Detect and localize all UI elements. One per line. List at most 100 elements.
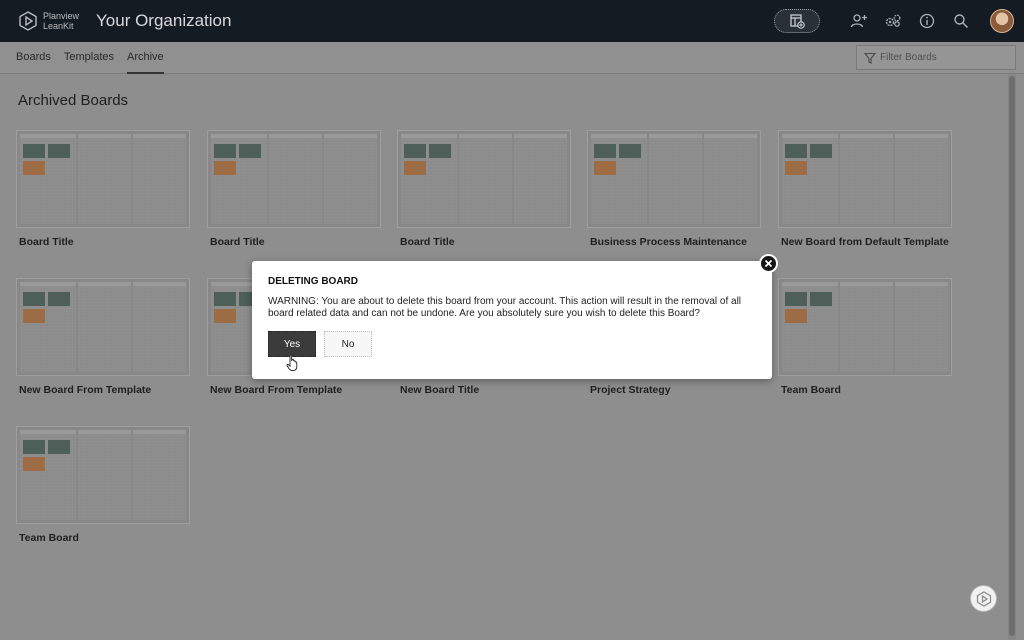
board-column (839, 282, 893, 372)
board-column (648, 134, 702, 224)
board-column (211, 134, 267, 224)
top-actions (774, 0, 1014, 42)
brand[interactable]: Planview LeanKit (18, 11, 90, 31)
board-thumbnail[interactable] (587, 130, 761, 228)
card-thumb (810, 292, 832, 306)
card-thumb (214, 309, 236, 323)
board-name[interactable]: Board Title (19, 236, 189, 249)
no-button[interactable]: No (324, 331, 372, 357)
funnel-icon (864, 52, 876, 64)
board-column (77, 134, 131, 224)
search-icon (954, 14, 969, 29)
board-thumbnail[interactable] (16, 130, 190, 228)
gears-icon (885, 14, 901, 27)
card-thumb (785, 309, 807, 323)
board-thumbnail[interactable] (778, 130, 952, 228)
planview-help-icon (976, 590, 991, 607)
tab-archive[interactable]: Archive (127, 42, 164, 74)
planview-logo-icon (19, 11, 37, 31)
board-column (77, 430, 131, 520)
filter-boards-input[interactable] (880, 52, 1000, 63)
board-column (782, 134, 838, 224)
board-name[interactable]: New Board From Template (19, 384, 189, 397)
add-user-icon (850, 14, 867, 28)
avatar[interactable] (990, 9, 1014, 33)
board-name[interactable]: Team Board (781, 384, 951, 397)
board-name[interactable]: Project Strategy (590, 384, 760, 397)
card-thumb (619, 144, 641, 158)
board-card[interactable]: New Board From Template (16, 278, 190, 397)
board-name[interactable]: New Board from Default Template (781, 236, 951, 249)
board-column (20, 282, 76, 372)
search-button[interactable] (951, 11, 971, 31)
card-thumb (23, 457, 45, 471)
brand-text: Planview LeanKit (43, 11, 79, 31)
board-column (591, 134, 647, 224)
scrollbar-thumb[interactable] (1009, 76, 1015, 636)
board-column (839, 134, 893, 224)
board-card[interactable]: Business Process Maintenance (587, 130, 761, 249)
card-thumb (404, 144, 426, 158)
brand-line-2: LeanKit (43, 21, 74, 31)
tab-templates[interactable]: Templates (64, 42, 114, 74)
tab-boards[interactable]: Boards (16, 42, 51, 74)
nav-tabs: Boards Templates Archive (16, 42, 177, 74)
card-thumb (785, 292, 807, 306)
card-thumb (214, 161, 236, 175)
info-button[interactable] (917, 11, 937, 31)
close-icon (764, 259, 773, 268)
board-card[interactable]: Team Board (778, 278, 952, 397)
board-column (268, 134, 322, 224)
close-dialog-button[interactable] (759, 254, 778, 273)
board-card[interactable]: Board Title (397, 130, 571, 249)
dialog-message: WARNING: You are about to delete this bo… (268, 296, 742, 319)
board-column (513, 134, 567, 224)
card-thumb (48, 144, 70, 158)
board-column (782, 282, 838, 372)
add-board-button[interactable] (774, 9, 820, 33)
board-column (323, 134, 377, 224)
board-column (20, 430, 76, 520)
board-name[interactable]: Board Title (400, 236, 570, 249)
card-thumb (594, 144, 616, 158)
dialog-actions: Yes No (268, 331, 756, 357)
card-thumb (429, 144, 451, 158)
board-column (77, 282, 131, 372)
card-thumb (48, 440, 70, 454)
card-thumb (810, 144, 832, 158)
card-thumb (785, 161, 807, 175)
board-card[interactable]: Board Title (207, 130, 381, 249)
card-thumb (23, 144, 45, 158)
card-thumb (214, 292, 236, 306)
board-card[interactable]: Team Board (16, 426, 190, 545)
card-thumb (239, 144, 261, 158)
card-thumb (214, 144, 236, 158)
board-name[interactable]: New Board Title (400, 384, 570, 397)
board-thumbnail[interactable] (16, 278, 190, 376)
board-card[interactable]: New Board from Default Template (778, 130, 952, 249)
card-thumb (404, 161, 426, 175)
dialog-title: DELETING BOARD (268, 276, 358, 287)
card-thumb (23, 309, 45, 323)
board-thumbnail[interactable] (397, 130, 571, 228)
card-thumb (785, 144, 807, 158)
card-thumb (48, 292, 70, 306)
settings-button[interactable] (883, 11, 903, 31)
board-thumbnail[interactable] (207, 130, 381, 228)
card-thumb (594, 161, 616, 175)
help-button[interactable] (970, 585, 997, 612)
board-name[interactable]: Board Title (210, 236, 380, 249)
board-thumbnail[interactable] (778, 278, 952, 376)
board-thumbnail[interactable] (16, 426, 190, 524)
board-name[interactable]: Business Process Maintenance (590, 236, 760, 249)
info-icon (919, 13, 935, 29)
add-user-button[interactable] (849, 11, 869, 31)
add-board-icon (790, 14, 805, 29)
card-thumb (23, 292, 45, 306)
board-column (894, 282, 948, 372)
filter-box[interactable] (856, 45, 1016, 70)
board-name[interactable]: Team Board (19, 532, 189, 545)
board-name[interactable]: New Board From Template (210, 384, 380, 397)
board-card[interactable]: Board Title (16, 130, 190, 249)
org-title[interactable]: Your Organization (96, 11, 231, 31)
